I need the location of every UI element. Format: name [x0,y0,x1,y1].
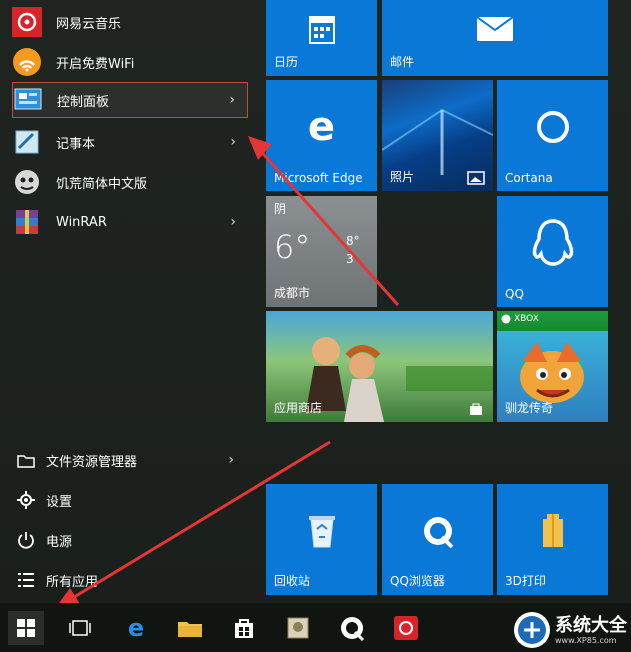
tile-label: 回收站 [274,574,311,588]
3d-builder-icon [542,513,563,547]
control-panel-icon [13,85,43,115]
start-menu-left-column: 网易云音乐 开启免费WiFi 控制面板 › 记事本 › 饥荒简体中文版 WinR… [0,0,262,603]
qq-browser-icon [341,617,365,641]
app-free-wifi[interactable]: 开启免费WiFi [12,44,248,80]
netease-music-icon [394,616,418,640]
calendar-icon [308,16,335,44]
xp85-logo-icon [514,612,550,648]
tile-3d-builder[interactable]: 3D打印 [497,484,608,595]
system-all-apps[interactable]: 所有应用 [16,566,246,594]
start-button[interactable] [8,611,44,645]
store-bag-icon [235,619,253,638]
task-view-icon [69,620,91,636]
app-label: WinRAR [56,214,107,230]
tile-qq[interactable]: QQ [497,196,608,307]
tile-photos[interactable]: 照片 [382,80,493,191]
store-bag-icon [470,403,482,415]
file-explorer-icon [16,450,36,470]
taskbar-qq-browser[interactable] [334,611,370,645]
xbox-badge-label: XBOX [514,314,539,324]
tile-label: 邮件 [390,55,415,69]
weather-condition: 阴 [274,202,287,216]
watermark-text: 系统大全 [555,614,627,636]
tile-label: 应用商店 [274,401,323,415]
tile-qq-browser[interactable]: QQ浏览器 [382,484,493,595]
system-label: 所有应用 [46,574,99,590]
taskbar-netease-music[interactable] [388,611,424,645]
dont-starve-icon [12,167,42,197]
tile-label: 3D打印 [505,574,546,588]
tile-label: QQ [505,287,524,301]
task-view-button[interactable] [62,611,98,645]
winrar-icon [12,207,42,237]
app-label: 开启免费WiFi [56,56,135,72]
edge-icon: e [307,103,336,150]
system-power[interactable]: 电源 [16,526,246,554]
app-winrar[interactable]: WinRAR › [12,204,248,240]
all-apps-icon [16,570,36,590]
system-label: 设置 [46,494,73,510]
taskbar: e 系统大全 www.XP85.com [0,603,631,652]
system-file-explorer[interactable]: 文件资源管理器 › [16,446,246,474]
taskbar-store[interactable] [226,611,262,645]
free-wifi-icon [12,47,42,77]
start-menu: 网易云音乐 开启免费WiFi 控制面板 › 记事本 › 饥荒简体中文版 WinR… [0,0,631,603]
chevron-right-icon[interactable]: › [230,214,236,230]
qq-browser-icon [423,516,453,548]
app-label: 记事本 [56,136,96,152]
tile-label: 驯龙传奇 [505,401,554,415]
tile-recycle-bin[interactable]: 回收站 [266,484,377,595]
chevron-right-icon[interactable]: › [230,134,236,150]
netease-music-icon [12,7,42,37]
chevron-right-icon[interactable]: › [229,92,235,108]
tile-label: QQ浏览器 [390,574,445,588]
cortana-icon [536,110,569,143]
tile-edge[interactable]: e Microsoft Edge [266,80,377,191]
tile-label: 照片 [390,170,415,184]
weather-low: 3 [346,252,354,266]
windows-logo-icon [17,619,35,637]
tile-label: Cortana [505,171,553,185]
qq-penguin-icon [532,218,573,266]
tile-label: Microsoft Edge [274,171,363,185]
tile-weather[interactable]: 阴 6° 8° 3 成都市 [266,196,377,307]
power-icon [16,530,36,550]
xbox-badge: XBOX [501,314,539,324]
folder-icon [178,622,202,637]
app-dont-starve[interactable]: 饥荒简体中文版 [12,164,248,200]
system-label: 电源 [46,534,73,550]
chevron-right-icon[interactable]: › [228,452,234,468]
weather-temperature: 6° [274,228,311,266]
system-label: 文件资源管理器 [46,454,138,470]
app-label: 饥荒简体中文版 [56,176,148,192]
app-netease-music[interactable]: 网易云音乐 [12,4,248,40]
notepad-icon [12,127,42,157]
taskbar-file-explorer[interactable] [172,611,208,645]
taskbar-app-cert[interactable] [280,611,316,645]
tile-label: 日历 [274,55,299,69]
tile-mail[interactable]: 邮件 [382,0,608,76]
app-notepad[interactable]: 记事本 › [12,124,248,160]
weather-high: 8° [346,234,360,248]
recycle-bin-icon [308,515,335,547]
system-settings[interactable]: 设置 [16,486,246,514]
edge-icon: e [127,614,145,642]
tile-xbox-game[interactable]: XBOX 驯龙传奇 [497,311,608,422]
taskbar-edge[interactable]: e [118,611,154,645]
app-label: 网易云音乐 [56,16,122,32]
tile-store[interactable]: 应用商店 [266,311,493,422]
watermark: 系统大全 www.XP85.com [512,610,627,650]
mail-icon [476,16,514,41]
gear-icon [16,490,36,510]
certificate-icon [287,617,309,639]
weather-city: 成都市 [274,286,311,300]
watermark-url: www.XP85.com [555,635,617,645]
app-label: 控制面板 [57,94,110,110]
photos-icon [467,171,485,185]
tile-cortana[interactable]: Cortana [497,80,608,191]
xbox-icon [501,314,511,324]
tile-calendar[interactable]: 日历 [266,0,377,76]
app-control-panel[interactable]: 控制面板 › [12,82,248,118]
